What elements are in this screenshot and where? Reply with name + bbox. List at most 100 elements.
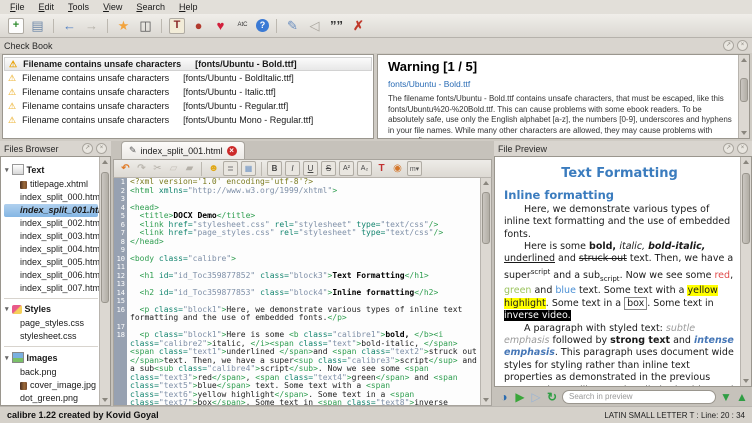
scroll-down-arrow[interactable]	[102, 398, 108, 402]
preview-scrollbar[interactable]	[740, 157, 751, 386]
file-tree[interactable]: ▾Texttitlepage.xhtmlindex_split_000.html…	[0, 156, 111, 406]
line-number: 1	[114, 178, 127, 187]
menu-view[interactable]: View	[97, 1, 130, 13]
tab-close-button[interactable]: ×	[227, 146, 237, 156]
file-item[interactable]: page_styles.css	[4, 317, 98, 330]
spellcheck-icon[interactable]: AtC	[234, 17, 251, 34]
scroll-up-arrow[interactable]	[743, 160, 749, 164]
subscript-icon[interactable]: A₂	[357, 161, 372, 176]
strikethrough-icon[interactable]: S	[321, 161, 336, 176]
close-button[interactable]: ×	[96, 143, 107, 154]
file-item[interactable]: index_split_005.html	[4, 256, 98, 269]
speaker-icon[interactable]: ◁	[306, 17, 323, 34]
paste-icon[interactable]: ▰	[183, 162, 196, 175]
insert-image-icon[interactable]: ▦	[241, 161, 256, 176]
code-editor[interactable]: 1<?xml version='1.0' encoding='utf-8'?>2…	[113, 178, 492, 406]
redo-icon[interactable]: ↷	[135, 162, 148, 175]
change-case-icon[interactable]: m▾	[407, 161, 422, 176]
copy-icon[interactable]: ▱	[167, 162, 180, 175]
file-item[interactable]: index_split_002.html	[4, 217, 98, 230]
file-item[interactable]: index_split_003.html	[4, 230, 98, 243]
preview-search-input[interactable]	[562, 390, 716, 404]
scroll-thumb[interactable]	[742, 173, 750, 244]
bold-icon[interactable]: B	[267, 161, 282, 176]
app-window: FileEditToolsViewSearchHelp + ▤ ← → ★ ◫ T ● ♥ AtC…	[0, 0, 752, 423]
italic-icon[interactable]: I	[285, 161, 300, 176]
file-item[interactable]: index_split_004.html	[4, 243, 98, 256]
refresh-preview-icon[interactable]: ↻	[545, 390, 559, 404]
archive-icon[interactable]: ◫	[137, 17, 154, 34]
editor-scrollbar[interactable]	[480, 178, 491, 405]
scroll-down-arrow[interactable]	[483, 398, 489, 402]
find-previous-icon[interactable]: ▲	[735, 390, 749, 404]
embed-fonts-icon[interactable]: T	[169, 18, 185, 34]
check-list[interactable]: ⚠Filename contains unsafe characters[fon…	[2, 54, 374, 139]
donate-icon[interactable]: ♥	[212, 17, 229, 34]
scroll-down-arrow[interactable]	[741, 131, 747, 135]
close-button[interactable]: ×	[737, 40, 748, 51]
tree-section-text[interactable]: ▾Text	[4, 159, 98, 178]
float-button[interactable]: ↗	[82, 143, 93, 154]
scroll-up-arrow[interactable]	[102, 160, 108, 164]
tree-section-styles[interactable]: ▾Styles	[4, 298, 98, 317]
scroll-up-arrow[interactable]	[483, 181, 489, 185]
undo-icon[interactable]: ↶	[119, 162, 132, 175]
menu-file[interactable]: File	[4, 1, 33, 13]
check-book-icon[interactable]: ●	[190, 17, 207, 34]
text-color-icon[interactable]: T	[375, 162, 388, 175]
block-style-icon[interactable]: ≣	[223, 161, 238, 176]
check-result-row[interactable]: ⚠Filename contains unsafe characters[fon…	[4, 99, 372, 113]
underline-icon[interactable]: U	[303, 161, 318, 176]
file-item[interactable]: index_split_000.html	[4, 191, 98, 204]
file-item[interactable]: back.png	[4, 366, 98, 379]
tree-section-images[interactable]: ▾Images	[4, 346, 98, 366]
scroll-thumb[interactable]	[740, 78, 748, 102]
file-item[interactable]: stylesheet.css	[4, 330, 98, 343]
new-file-icon[interactable]: +	[8, 18, 24, 34]
back-icon[interactable]: ←	[61, 17, 78, 34]
sync-position-icon[interactable]: ▷	[529, 390, 543, 404]
forward-icon[interactable]: →	[83, 17, 100, 34]
check-result-row[interactable]: ⚠Filename contains unsafe characters[fon…	[4, 113, 372, 127]
file-item[interactable]: dot_green.png	[4, 392, 98, 405]
close-button[interactable]: ×	[737, 143, 748, 154]
auto-reload-icon[interactable]: ▶	[513, 390, 527, 404]
scroll-thumb[interactable]	[101, 172, 109, 303]
cut-icon[interactable]: ✂	[151, 162, 164, 175]
check-result-row[interactable]: ⚠Filename contains unsafe characters[fon…	[4, 85, 372, 99]
menu-tools[interactable]: Tools	[62, 1, 97, 13]
open-in-viewer-icon[interactable]: ◑	[497, 390, 511, 404]
remove-unused-css-icon[interactable]: ✗	[350, 17, 367, 34]
tab-index-split-001[interactable]: ✎ index_split_001.html ×	[121, 141, 245, 159]
file-item[interactable]: index_split_001.html	[4, 204, 98, 217]
tree-section-label: Text	[27, 165, 45, 175]
smarten-punctuation-icon[interactable]: ””	[328, 17, 345, 34]
background-color-icon[interactable]: ◉	[391, 162, 404, 175]
menu-search[interactable]: Search	[130, 1, 173, 13]
float-button[interactable]: ↗	[723, 40, 734, 51]
float-button[interactable]: ↗	[723, 143, 734, 154]
arrange-icon[interactable]: ✎	[284, 17, 301, 34]
scroll-thumb[interactable]	[482, 192, 490, 244]
help-icon[interactable]: ?	[256, 19, 269, 32]
file-item[interactable]: titlepage.xhtml	[4, 178, 98, 191]
file-item[interactable]: cover_image.jpg	[4, 379, 98, 392]
check-result-row[interactable]: ⚠Filename contains unsafe characters[fon…	[4, 57, 372, 71]
find-next-icon[interactable]: ▼	[719, 390, 733, 404]
superscript-icon[interactable]: A²	[339, 161, 354, 176]
warning-scrollbar[interactable]	[738, 55, 749, 138]
menu-help[interactable]: Help	[173, 1, 206, 13]
save-icon[interactable]: ▤	[29, 17, 46, 34]
wand-icon[interactable]: ★	[115, 17, 132, 34]
menu-edit[interactable]: Edit	[33, 1, 63, 13]
insert-special-character-icon[interactable]: ☻	[207, 162, 220, 175]
warning-file-link[interactable]: fonts/Ubuntu - Bold.ttf	[388, 79, 733, 89]
scroll-down-arrow[interactable]	[743, 379, 749, 383]
files-scrollbar[interactable]	[99, 157, 110, 405]
file-name: dot_green.png	[20, 392, 78, 405]
file-item[interactable]: index_split_007.html	[4, 282, 98, 295]
preview-content: Text FormattingInline formattingHere, we…	[494, 156, 752, 387]
scroll-up-arrow[interactable]	[741, 58, 747, 62]
check-result-row[interactable]: ⚠Filename contains unsafe characters[fon…	[4, 71, 372, 85]
file-item[interactable]: index_split_006.html	[4, 269, 98, 282]
